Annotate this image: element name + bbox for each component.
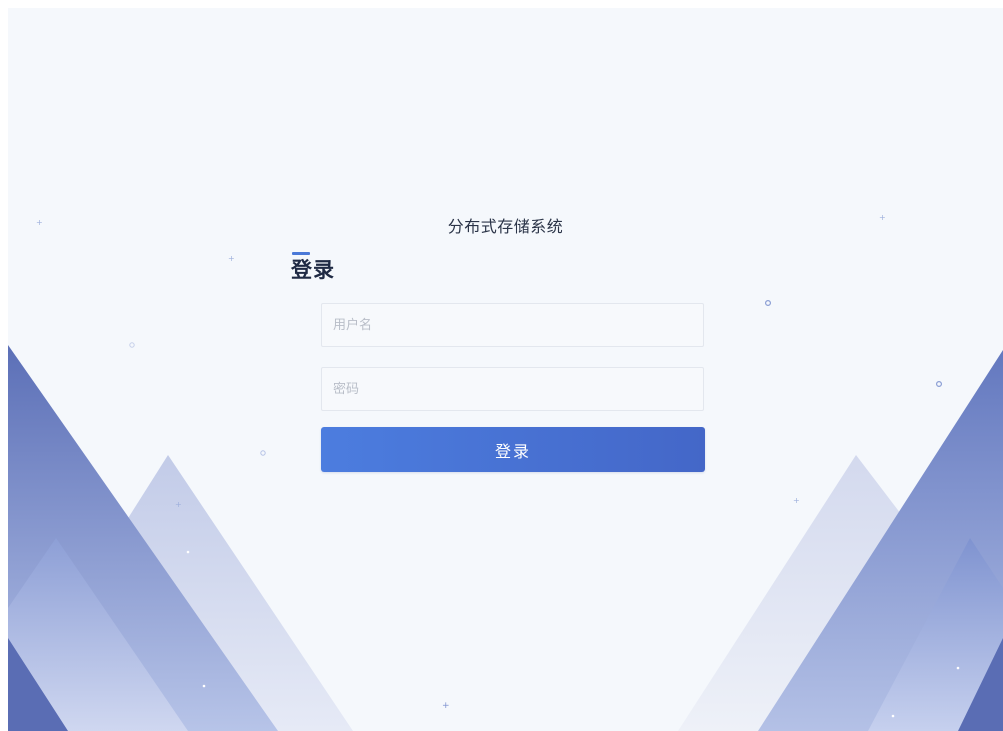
username-input[interactable]: [321, 303, 704, 347]
login-button[interactable]: 登录: [321, 427, 705, 472]
login-heading-text: 登录: [291, 258, 335, 282]
login-heading: 登录: [291, 252, 335, 284]
heading-accent-bar: [292, 252, 310, 255]
svg-text:+: +: [442, 701, 450, 711]
svg-text:+: +: [793, 496, 800, 505]
password-input[interactable]: [321, 367, 704, 411]
svg-text:+: +: [175, 500, 182, 509]
svg-text:+: +: [228, 254, 235, 263]
app-title: 分布式存储系统: [447, 217, 564, 236]
login-page: + + + + + + 分布式存储系统 登录 登录: [8, 8, 1003, 731]
